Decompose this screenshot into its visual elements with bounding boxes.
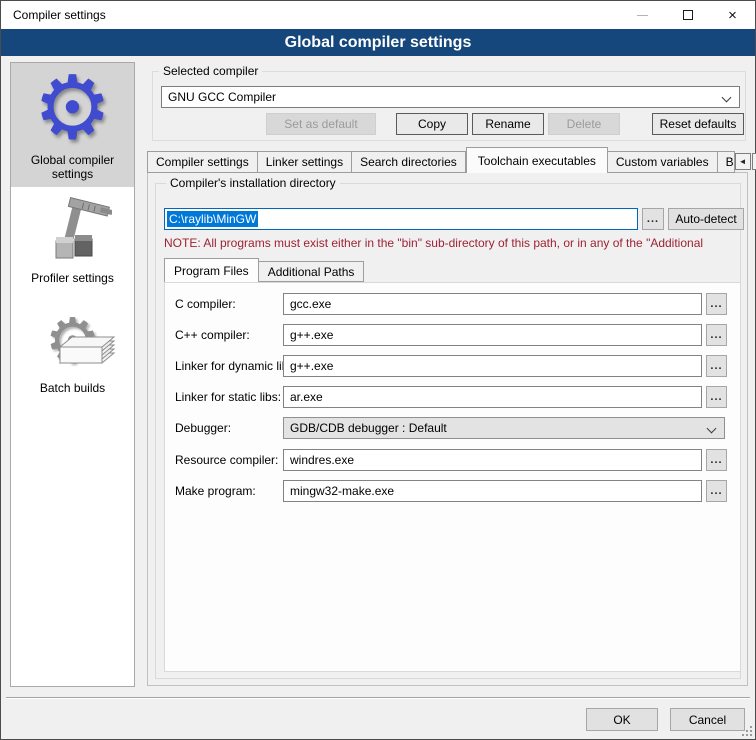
banner-title: Global compiler settings bbox=[285, 34, 472, 52]
linker-dynamic-input[interactable]: g++.exe bbox=[283, 355, 702, 377]
maximize-button[interactable] bbox=[665, 1, 710, 29]
tab-build-options[interactable]: Build options bbox=[718, 151, 735, 173]
cpp-compiler-value: g++.exe bbox=[290, 328, 333, 342]
linker-static-browse-button[interactable]: ... bbox=[706, 386, 727, 408]
title-bar[interactable]: Compiler settings × bbox=[1, 1, 755, 29]
window-title: Compiler settings bbox=[1, 8, 620, 22]
sidebar-item-global-compiler-settings[interactable]: ⚙ Global compiler settings bbox=[11, 63, 134, 187]
tab-program-files[interactable]: Program Files bbox=[164, 258, 259, 282]
sidebar-item-batch-builds[interactable]: ⚙ Batch builds bbox=[11, 301, 134, 401]
make-program-input[interactable]: mingw32-make.exe bbox=[283, 480, 702, 502]
sidebar-item-label: Profiler settings bbox=[31, 271, 114, 285]
program-files-tab-strip: Program Files Additional Paths bbox=[164, 258, 364, 282]
c-compiler-browse-button[interactable]: ... bbox=[706, 293, 727, 315]
compiler-select[interactable]: GNU GCC Compiler bbox=[161, 86, 740, 108]
ok-button[interactable]: OK bbox=[586, 708, 658, 731]
compiler-select-value: GNU GCC Compiler bbox=[168, 90, 276, 104]
debugger-label: Debugger: bbox=[175, 421, 231, 435]
maximize-icon bbox=[683, 10, 693, 20]
c-compiler-input[interactable]: gcc.exe bbox=[283, 293, 702, 315]
installation-directory-browse-button[interactable]: ... bbox=[642, 208, 664, 230]
footer-divider bbox=[6, 697, 750, 699]
resource-compiler-value: windres.exe bbox=[290, 453, 354, 467]
debugger-value: GDB/CDB debugger : Default bbox=[290, 421, 447, 435]
c-compiler-value: gcc.exe bbox=[290, 297, 331, 311]
tab-compiler-settings[interactable]: Compiler settings bbox=[147, 151, 258, 173]
make-program-browse-button[interactable]: ... bbox=[706, 480, 727, 502]
copy-button[interactable]: Copy bbox=[396, 113, 468, 135]
resize-grip-icon[interactable] bbox=[742, 726, 752, 736]
settings-sidebar: ⚙ Global compiler settings bbox=[10, 62, 135, 687]
tab-custom-variables[interactable]: Custom variables bbox=[608, 151, 718, 173]
minimize-icon bbox=[637, 15, 648, 16]
compiler-buttons-row: Set as default Copy Rename Delete Reset … bbox=[152, 113, 744, 135]
linker-static-input[interactable]: ar.exe bbox=[283, 386, 702, 408]
chevron-down-icon bbox=[707, 424, 717, 434]
close-icon: × bbox=[728, 8, 737, 23]
tab-linker-settings[interactable]: Linker settings bbox=[258, 151, 352, 173]
linker-dynamic-label: Linker for dynamic libs: bbox=[175, 359, 298, 373]
dialog-banner: Global compiler settings bbox=[1, 29, 755, 56]
tab-scroll-arrows: ◄ ► bbox=[735, 153, 756, 173]
set-as-default-button[interactable]: Set as default bbox=[266, 113, 376, 135]
installation-directory-input[interactable]: C:\raylib\MinGW bbox=[164, 208, 638, 230]
tab-scroll-right-icon[interactable]: ► bbox=[752, 153, 756, 170]
auto-detect-button[interactable]: Auto-detect bbox=[668, 208, 744, 230]
tab-additional-paths[interactable]: Additional Paths bbox=[259, 261, 365, 282]
toolchain-executables-page: Compiler's installation directory C:\ray… bbox=[147, 172, 748, 686]
chevron-down-icon bbox=[722, 93, 732, 103]
delete-button[interactable]: Delete bbox=[548, 113, 620, 135]
linker-static-label: Linker for static libs: bbox=[175, 390, 281, 404]
linker-static-value: ar.exe bbox=[290, 390, 323, 404]
make-program-label: Make program: bbox=[175, 484, 256, 498]
tab-search-directories[interactable]: Search directories bbox=[352, 151, 466, 173]
cpp-compiler-browse-button[interactable]: ... bbox=[706, 324, 727, 346]
resource-compiler-label: Resource compiler: bbox=[175, 453, 278, 467]
installation-directory-legend: Compiler's installation directory bbox=[166, 176, 340, 190]
batch-builds-icon: ⚙ bbox=[28, 305, 118, 377]
cpp-compiler-input[interactable]: g++.exe bbox=[283, 324, 702, 346]
reset-defaults-button[interactable]: Reset defaults bbox=[652, 113, 744, 135]
sidebar-item-profiler-settings[interactable]: Profiler settings bbox=[11, 193, 134, 291]
c-compiler-label: C compiler: bbox=[175, 297, 236, 311]
sidebar-item-label: Batch builds bbox=[40, 381, 105, 395]
resource-compiler-browse-button[interactable]: ... bbox=[706, 449, 727, 471]
linker-dynamic-value: g++.exe bbox=[290, 359, 333, 373]
cancel-button[interactable]: Cancel bbox=[670, 708, 745, 731]
blue-gear-icon: ⚙ bbox=[33, 67, 112, 149]
sidebar-item-label: Global compiler settings bbox=[13, 153, 132, 181]
installation-directory-value: C:\raylib\MinGW bbox=[167, 211, 258, 227]
make-program-value: mingw32-make.exe bbox=[290, 484, 394, 498]
debugger-select[interactable]: GDB/CDB debugger : Default bbox=[283, 417, 725, 439]
settings-tab-strip: Compiler settings Linker settings Search… bbox=[147, 150, 748, 173]
close-button[interactable]: × bbox=[710, 1, 755, 29]
resource-compiler-input[interactable]: windres.exe bbox=[283, 449, 702, 471]
installation-note: NOTE: All programs must exist either in … bbox=[164, 236, 740, 250]
program-files-page: C compiler: gcc.exe ... C++ compiler: g+… bbox=[164, 282, 741, 672]
compiler-settings-dialog: Compiler settings × Global compiler sett… bbox=[0, 0, 756, 740]
selected-compiler-legend: Selected compiler bbox=[159, 64, 262, 78]
cpp-compiler-label: C++ compiler: bbox=[175, 328, 250, 342]
linker-dynamic-browse-button[interactable]: ... bbox=[706, 355, 727, 377]
tab-toolchain-executables[interactable]: Toolchain executables bbox=[466, 147, 608, 173]
rename-button[interactable]: Rename bbox=[472, 113, 544, 135]
caliper-icon bbox=[34, 197, 112, 267]
installation-directory-group: Compiler's installation directory C:\ray… bbox=[155, 183, 741, 679]
tab-scroll-left-icon[interactable]: ◄ bbox=[735, 153, 751, 170]
minimize-button[interactable] bbox=[620, 1, 665, 29]
